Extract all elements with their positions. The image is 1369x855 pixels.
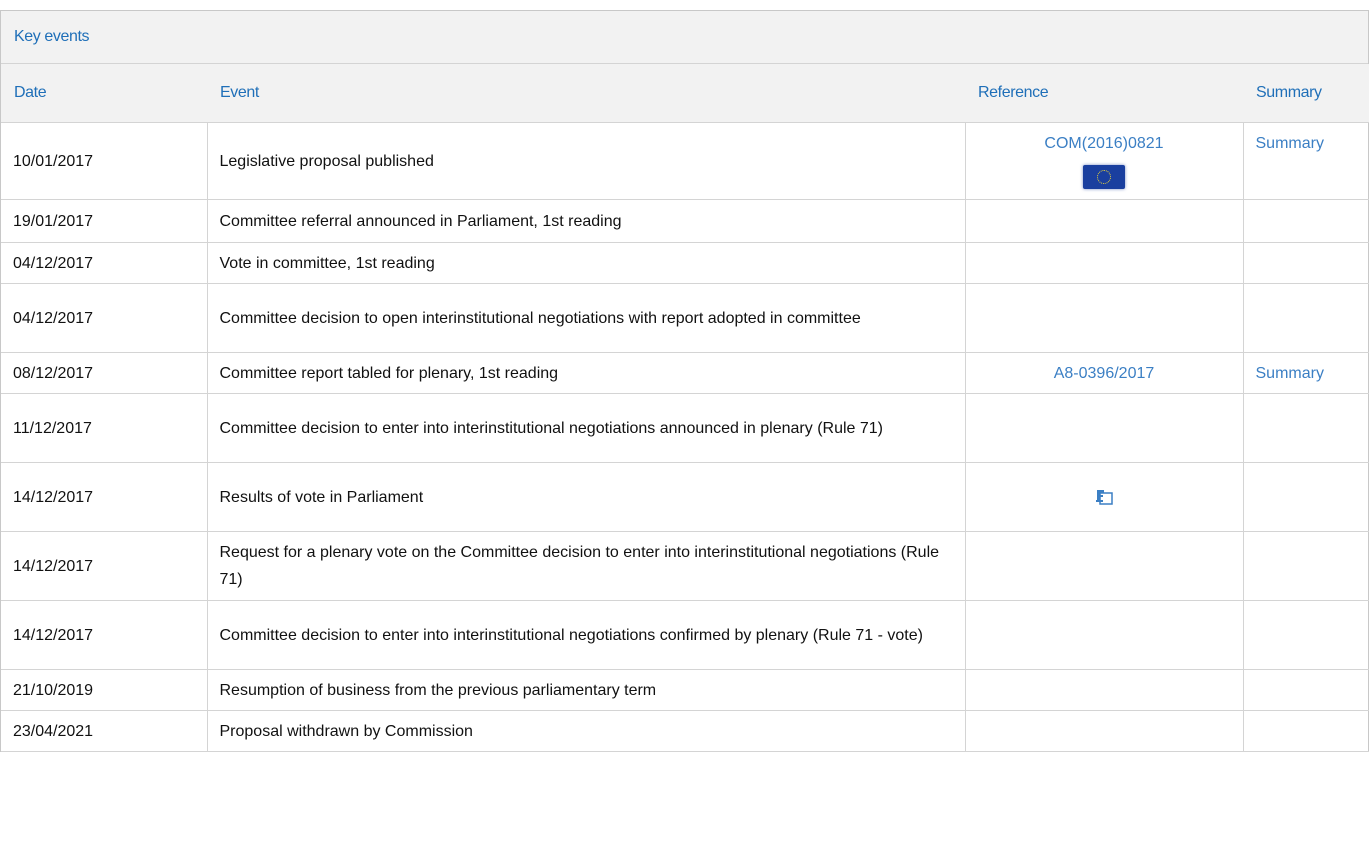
row-date: 23/04/2021 xyxy=(1,710,208,752)
row-event: Vote in committee, 1st reading xyxy=(206,242,966,284)
row-summary xyxy=(1242,242,1369,284)
row-summary xyxy=(1242,283,1369,353)
row-date: 21/10/2019 xyxy=(1,669,208,711)
summary-link[interactable]: Summary xyxy=(1256,135,1324,152)
row-event: Committee report tabled for plenary, 1st… xyxy=(206,352,966,394)
table-row: 04/12/2017 Vote in committee, 1st readin… xyxy=(1,242,1369,284)
row-event: Resumption of business from the previous… xyxy=(206,669,966,711)
row-reference: COM(2016)0821 xyxy=(964,122,1244,200)
row-date: 11/12/2017 xyxy=(1,393,208,463)
row-date: 19/01/2017 xyxy=(1,199,208,243)
row-event: Committee decision to enter into interin… xyxy=(206,393,966,463)
row-date: 14/12/2017 xyxy=(1,531,208,601)
row-reference xyxy=(964,531,1244,601)
row-summary: Summary xyxy=(1242,352,1369,394)
reference-link[interactable]: COM(2016)0821 xyxy=(1044,135,1163,152)
row-summary xyxy=(1242,669,1369,711)
row-reference xyxy=(964,283,1244,353)
table-row: 11/12/2017 Committee decision to enter i… xyxy=(1,393,1369,463)
table-row: 23/04/2021 Proposal withdrawn by Commiss… xyxy=(1,710,1369,752)
row-event: Committee decision to enter into interin… xyxy=(206,600,966,670)
key-events-panel: Key events Date Event Reference Summary … xyxy=(0,10,1369,752)
row-date: 04/12/2017 xyxy=(1,242,208,284)
row-date: 10/01/2017 xyxy=(1,122,208,200)
vote-results-icon[interactable] xyxy=(1093,486,1115,508)
row-reference xyxy=(964,710,1244,752)
column-header-summary: Summary xyxy=(1243,64,1369,123)
table-header-row: Date Event Reference Summary xyxy=(1,64,1369,123)
table-row: 21/10/2019 Resumption of business from t… xyxy=(1,669,1369,711)
table-row: 14/12/2017 Results of vote in Parliament xyxy=(1,462,1369,532)
row-reference xyxy=(964,242,1244,284)
row-date: 14/12/2017 xyxy=(1,600,208,670)
row-event: Proposal withdrawn by Commission xyxy=(206,710,966,752)
table-row: 04/12/2017 Committee decision to open in… xyxy=(1,283,1369,353)
row-event: Request for a plenary vote on the Commit… xyxy=(206,531,966,601)
row-reference: A8-0396/2017 xyxy=(964,352,1244,394)
row-reference xyxy=(964,462,1244,532)
row-summary: Summary xyxy=(1242,122,1369,200)
row-summary xyxy=(1242,393,1369,463)
panel-title: Key events xyxy=(1,11,1368,64)
row-reference xyxy=(964,669,1244,711)
row-event: Legislative proposal published xyxy=(206,122,966,200)
row-summary xyxy=(1242,531,1369,601)
row-reference xyxy=(964,600,1244,670)
row-summary xyxy=(1242,600,1369,670)
eu-flag-icon[interactable] xyxy=(1083,165,1125,189)
key-events-table: Date Event Reference Summary 10/01/2017 … xyxy=(1,64,1369,752)
row-summary xyxy=(1242,462,1369,532)
reference-link[interactable]: A8-0396/2017 xyxy=(1054,365,1155,382)
row-summary xyxy=(1242,199,1369,243)
row-date: 14/12/2017 xyxy=(1,462,208,532)
page: Key events Date Event Reference Summary … xyxy=(0,10,1369,855)
row-reference xyxy=(964,199,1244,243)
row-event: Results of vote in Parliament xyxy=(206,462,966,532)
row-date: 04/12/2017 xyxy=(1,283,208,353)
row-event: Committee decision to open interinstitut… xyxy=(206,283,966,353)
table-row: 08/12/2017 Committee report tabled for p… xyxy=(1,352,1369,394)
row-summary xyxy=(1242,710,1369,752)
column-header-reference: Reference xyxy=(965,64,1243,123)
row-date: 08/12/2017 xyxy=(1,352,208,394)
row-event: Committee referral announced in Parliame… xyxy=(206,199,966,243)
row-reference xyxy=(964,393,1244,463)
table-row: 14/12/2017 Committee decision to enter i… xyxy=(1,600,1369,670)
summary-link[interactable]: Summary xyxy=(1256,365,1324,382)
table-row: 10/01/2017 Legislative proposal publishe… xyxy=(1,122,1369,200)
table-row: 14/12/2017 Request for a plenary vote on… xyxy=(1,531,1369,601)
column-header-date: Date xyxy=(1,64,207,123)
table-row: 19/01/2017 Committee referral announced … xyxy=(1,199,1369,243)
column-header-event: Event xyxy=(207,64,965,123)
